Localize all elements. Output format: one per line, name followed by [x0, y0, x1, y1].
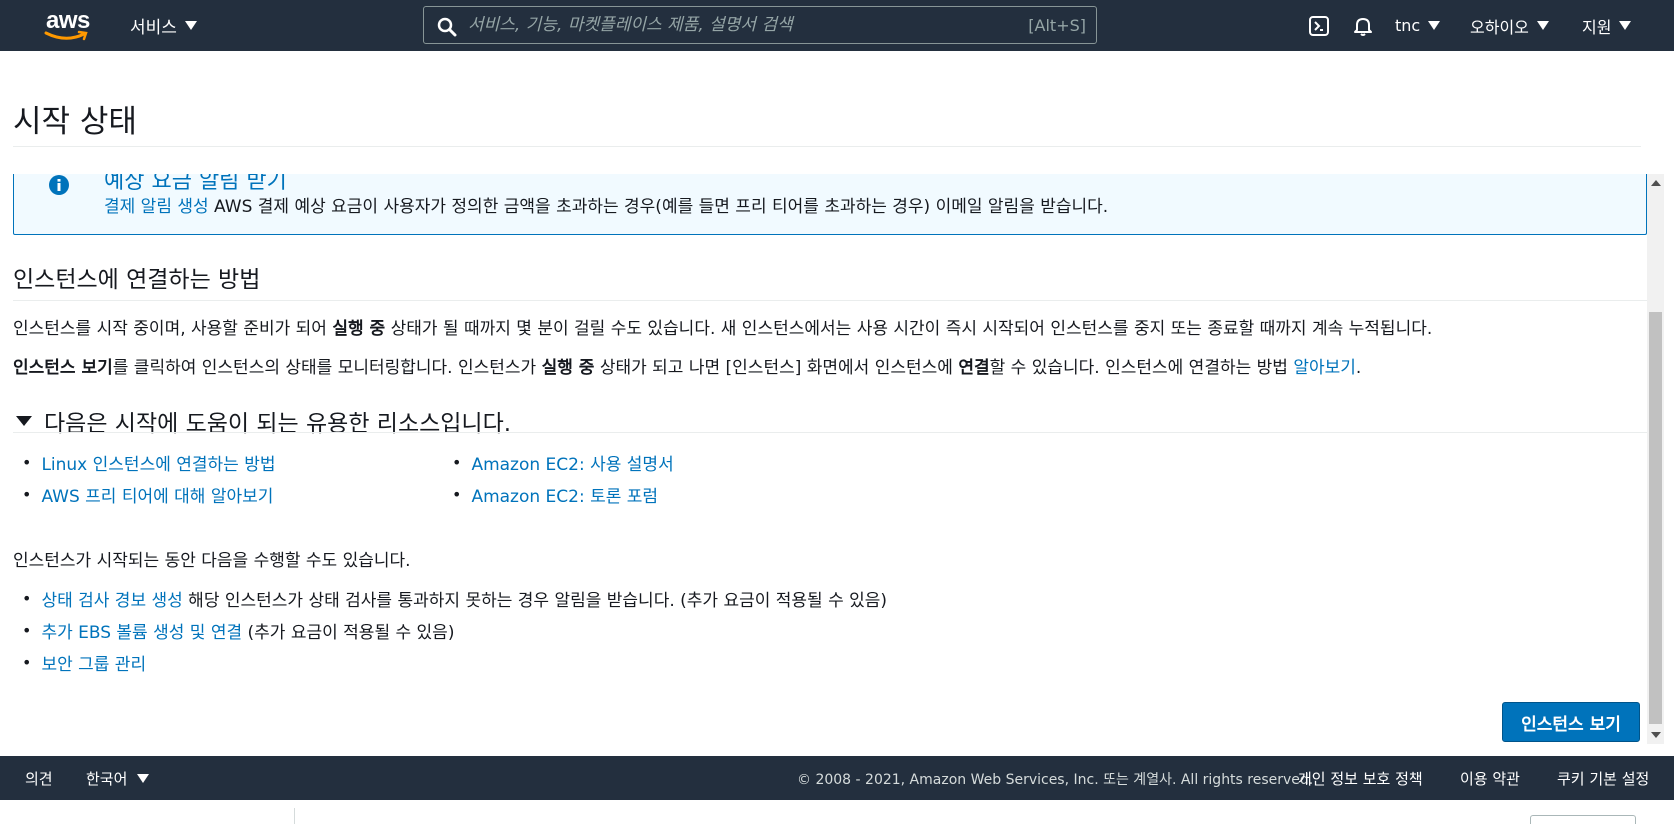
- search-input[interactable]: [468, 11, 988, 39]
- cloudshell-icon[interactable]: [1308, 15, 1330, 37]
- text-span: 해당 인스턴스가 상태 검사를 통과하지 못하는 경우 알림을 받습니다. (추…: [182, 590, 888, 611]
- page-title: 시작 상태: [13, 104, 137, 140]
- caret-down-icon: [1619, 21, 1632, 30]
- copyright-text: © 2008 - 2021, Amazon Web Services, Inc.…: [797, 772, 1314, 788]
- text-span: (추가 요금이 적용될 수 있음): [242, 622, 455, 643]
- language-selector[interactable]: 한국어: [86, 768, 150, 789]
- account-menu[interactable]: tnc: [1395, 16, 1441, 35]
- list-item: AWS 프리 티어에 대해 알아보기: [22, 478, 276, 510]
- caret-down-icon: [16, 416, 32, 426]
- bell-icon[interactable]: [1352, 15, 1374, 37]
- section-divider: [13, 300, 1647, 301]
- running-state-text: 실행 중: [332, 319, 386, 339]
- view-instances-button[interactable]: 인스턴스 보기: [1502, 702, 1640, 742]
- services-label: 서비스: [130, 18, 177, 38]
- scrollbar[interactable]: [1647, 174, 1664, 744]
- list-item: Linux 인스턴스에 연결하는 방법: [22, 446, 275, 478]
- terms-label: 이용 약관: [1460, 770, 1520, 788]
- list-item: 상태 검사 경보 생성 해당 인스턴스가 상태 검사를 통과하지 못하는 경우 …: [22, 582, 887, 614]
- resources-list-col2: Amazon EC2: 사용 설명서 Amazon EC2: 토론 포럼: [452, 446, 674, 510]
- list-item: Amazon EC2: 토론 포럼: [452, 478, 674, 510]
- connect-heading: 인스턴스에 연결하는 방법: [13, 267, 261, 293]
- caret-down-icon: [1536, 21, 1549, 30]
- feedback-label: 의견: [25, 770, 53, 788]
- region-label: 오하이오: [1470, 17, 1529, 37]
- caret-down-icon: [184, 21, 197, 30]
- ec2-forum-link[interactable]: Amazon EC2: 토론 포럼: [471, 482, 658, 507]
- scroll-up-arrow-icon[interactable]: [1651, 180, 1661, 186]
- text-span: 를 클릭하여 인스턴스의 상태를 모니터링합니다. 인스턴스가: [112, 358, 542, 378]
- section-divider: [13, 432, 1647, 433]
- connect-text: 연결: [958, 358, 990, 378]
- support-label: 지원: [1582, 17, 1612, 37]
- divider: [294, 808, 295, 824]
- support-menu[interactable]: 지원: [1582, 14, 1632, 38]
- caret-down-icon: [137, 774, 150, 783]
- launch-info-paragraph: 인스턴스를 시작 중이며, 사용할 준비가 되어 실행 중 상태가 될 때까지 …: [13, 314, 1432, 339]
- caret-down-icon: [1428, 21, 1441, 30]
- text-span: .: [1355, 358, 1362, 378]
- connect-info-paragraph: 인스턴스 보기를 클릭하여 인스턴스의 상태를 모니터링합니다. 인스턴스가 실…: [13, 353, 1361, 378]
- info-icon: [49, 175, 69, 195]
- cookie-preferences-link[interactable]: 쿠키 기본 설정: [1557, 768, 1649, 789]
- services-menu[interactable]: 서비스: [130, 13, 197, 38]
- text-span: 할 수 있습니다. 인스턴스에 연결하는 방법: [989, 358, 1294, 378]
- free-tier-link[interactable]: AWS 프리 티어에 대해 알아보기: [41, 482, 273, 507]
- terms-link[interactable]: 이용 약관: [1460, 768, 1520, 789]
- actions-intro: 인스턴스가 시작되는 동안 다음을 수행할 수도 있습니다.: [13, 551, 411, 571]
- cookies-label: 쿠키 기본 설정: [1557, 770, 1650, 788]
- language-label: 한국어: [86, 770, 128, 788]
- title-divider: [13, 146, 1641, 147]
- search-icon: [437, 17, 457, 37]
- linux-connect-link[interactable]: Linux 인스턴스에 연결하는 방법: [41, 450, 275, 475]
- status-check-alarm-link[interactable]: 상태 검사 경보 생성: [41, 586, 182, 611]
- security-groups-link[interactable]: 보안 그룹 관리: [41, 650, 146, 675]
- text-span: 인스턴스를 시작 중이며, 사용할 준비가 되어: [13, 319, 333, 339]
- main-content: 예상 요금 알림 받기 결제 알림 생성 AWS 결제 예상 요금이 사용자가 …: [0, 174, 1647, 744]
- feedback-link[interactable]: 의견: [25, 768, 53, 789]
- ebs-volume-link[interactable]: 추가 EBS 볼륨 생성 및 연결: [41, 618, 242, 643]
- aws-smile-icon: [44, 30, 88, 41]
- create-billing-alert-link[interactable]: 결제 알림 생성: [104, 197, 209, 217]
- partial-panel: [1530, 815, 1636, 824]
- alert-body: 결제 알림 생성 AWS 결제 예상 요금이 사용자가 정의한 금액을 초과하는…: [104, 192, 1108, 217]
- region-menu[interactable]: 오하이오: [1470, 14, 1549, 38]
- actions-list: 상태 검사 경보 생성 해당 인스턴스가 상태 검사를 통과하지 못하는 경우 …: [22, 582, 887, 678]
- billing-alert-panel: 예상 요금 알림 받기 결제 알림 생성 AWS 결제 예상 요금이 사용자가 …: [13, 174, 1647, 235]
- account-label: tnc: [1395, 16, 1421, 35]
- view-instances-text: 인스턴스 보기: [13, 358, 113, 378]
- list-item: 추가 EBS 볼륨 생성 및 연결 (추가 요금이 적용될 수 있음): [22, 614, 887, 646]
- ec2-user-guide-link[interactable]: Amazon EC2: 사용 설명서: [471, 450, 673, 475]
- top-navigation: aws 서비스 [Alt+S] tnc: [0, 0, 1674, 51]
- search-box[interactable]: [Alt+S]: [423, 6, 1097, 44]
- text-span: 상태가 되고 나면 [인스턴스] 화면에서 인스턴스에: [594, 358, 959, 378]
- privacy-link[interactable]: 개인 정보 보호 정책: [1298, 768, 1423, 789]
- list-item: Amazon EC2: 사용 설명서: [452, 446, 673, 478]
- privacy-label: 개인 정보 보호 정책: [1298, 770, 1423, 788]
- running-state-text: 실행 중: [541, 358, 595, 378]
- resources-list-col1: Linux 인스턴스에 연결하는 방법 AWS 프리 티어에 대해 알아보기: [22, 446, 276, 510]
- search-shortcut-hint: [Alt+S]: [1028, 16, 1086, 35]
- alert-text: AWS 결제 예상 요금이 사용자가 정의한 금액을 초과하는 경우(예를 들면…: [208, 197, 1109, 217]
- text-span: 상태가 될 때까지 몇 분이 걸릴 수도 있습니다. 새 인스턴스에서는 사용 …: [385, 319, 1433, 339]
- scroll-thumb[interactable]: [1649, 312, 1662, 724]
- below-footer-area: [0, 800, 1674, 824]
- scroll-down-arrow-icon[interactable]: [1651, 732, 1661, 738]
- list-item: 보안 그룹 관리: [22, 646, 887, 678]
- aws-logo[interactable]: aws: [44, 8, 92, 42]
- footer: 의견 한국어 © 2008 - 2021, Amazon Web Service…: [0, 756, 1674, 800]
- learn-more-link[interactable]: 알아보기: [1293, 358, 1356, 378]
